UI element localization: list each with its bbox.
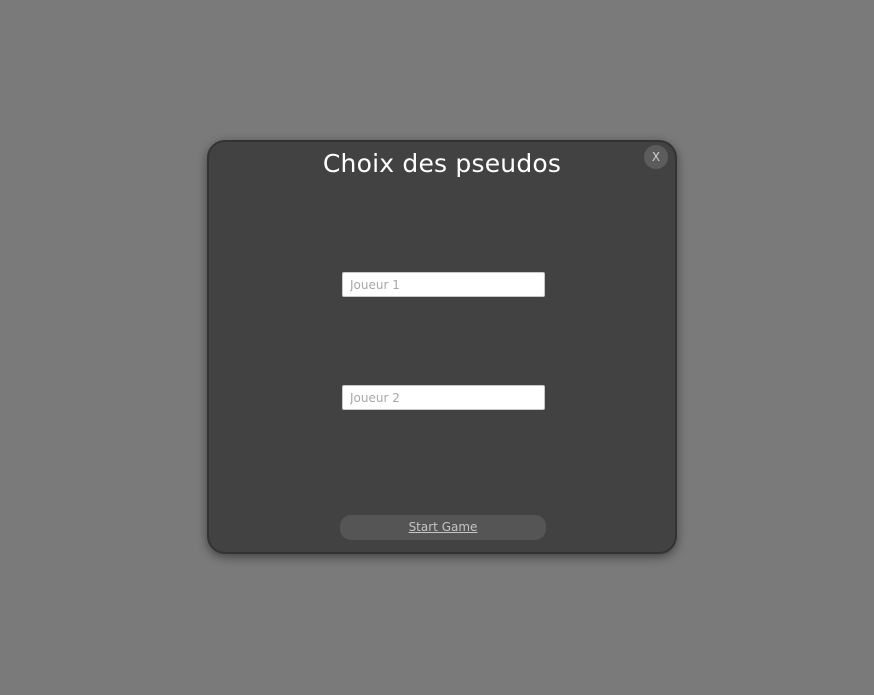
close-button[interactable]: X (644, 145, 668, 169)
player1-name-input[interactable] (342, 272, 545, 297)
player2-name-input[interactable] (342, 385, 545, 410)
dialog-title: Choix des pseudos (322, 149, 562, 178)
pseudo-dialog: Choix des pseudos X Start Game (207, 140, 677, 554)
start-game-button[interactable]: Start Game (340, 515, 546, 540)
